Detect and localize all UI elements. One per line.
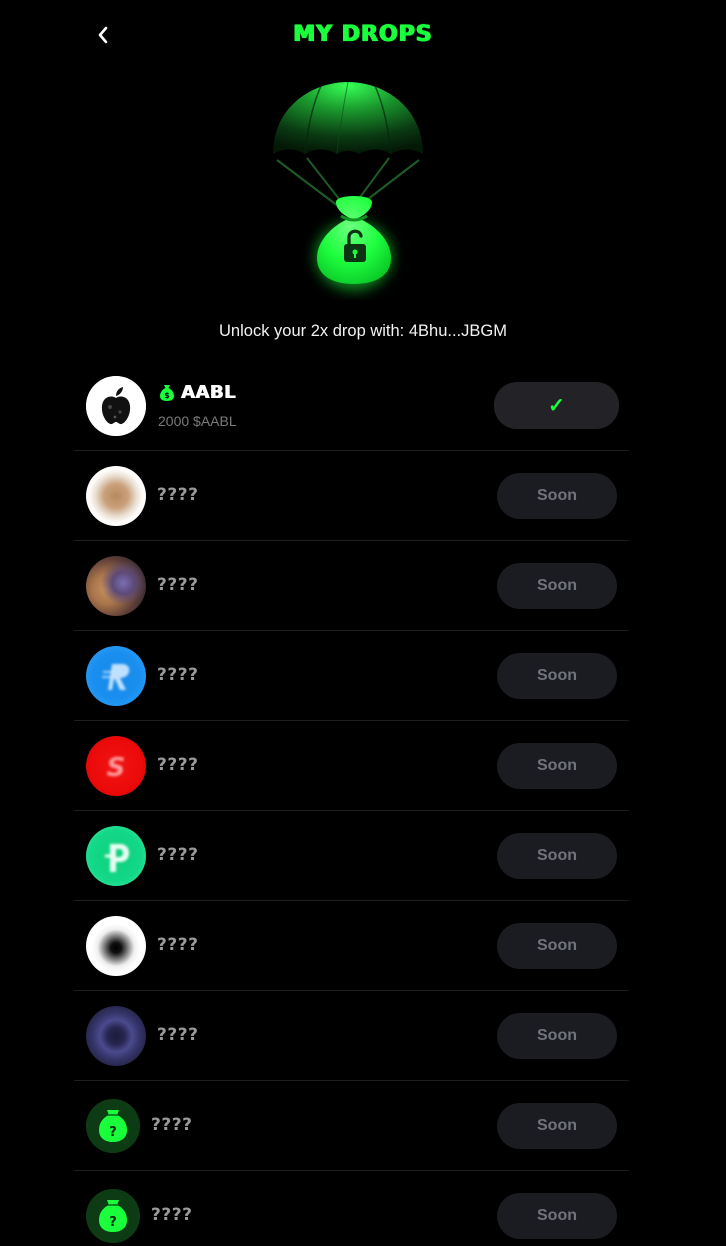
my-drops-page: MY DROPS Unlock your 2x drop with: 4Bhu.… (0, 0, 726, 1246)
drop-row: ???? Soon (74, 991, 629, 1081)
drop-row-aabl: $ AABL 2000 $AABL ✓ (74, 361, 629, 451)
svg-text:?: ? (109, 1215, 117, 1230)
unlock-instruction: Unlock your 2x drop with: 4Bhu...JBGM (219, 322, 507, 340)
drop-name: ???? (157, 485, 199, 505)
drop-row: ? ???? Soon (74, 1171, 629, 1246)
soon-button[interactable]: Soon (497, 653, 617, 699)
soon-button[interactable]: Soon (497, 743, 617, 789)
drop-name: ???? (157, 845, 199, 865)
drop-name: ???? (157, 755, 199, 775)
drop-name: ???? (157, 665, 199, 685)
blurred-red-s-avatar: S (86, 736, 146, 796)
soon-button[interactable]: Soon (497, 563, 617, 609)
drop-row: ???? Soon (74, 451, 629, 541)
soon-button[interactable]: Soon (497, 1103, 617, 1149)
blurred-egg-avatar (86, 466, 146, 526)
drop-name: ???? (157, 575, 199, 595)
claimed-button[interactable]: ✓ (494, 382, 619, 429)
svg-text:$: $ (164, 391, 170, 400)
drop-name: ???? (157, 1025, 199, 1045)
blurred-green-p-avatar (86, 826, 146, 886)
drop-name: ???? (151, 1205, 193, 1225)
drop-name: ???? (157, 935, 199, 955)
drop-row: ???? Soon (74, 631, 629, 721)
drops-list: $ AABL 2000 $AABL ✓ ???? Soon ???? Soon (74, 361, 629, 1246)
soon-button[interactable]: Soon (497, 833, 617, 879)
parachute-money-bag-icon (263, 78, 433, 300)
blurred-white-avatar (86, 916, 146, 976)
drop-row: ???? Soon (74, 901, 629, 991)
blurred-purple-ring-avatar (86, 1006, 146, 1066)
page-title: MY DROPS (293, 22, 433, 47)
money-bag-icon: $ (160, 384, 174, 401)
checkmark-icon: ✓ (548, 395, 565, 417)
soon-button[interactable]: Soon (497, 1193, 617, 1239)
drop-name: ???? (151, 1115, 193, 1135)
blurred-photo-avatar (86, 556, 146, 616)
drop-row: ???? Soon (74, 811, 629, 901)
drop-row: ? ???? Soon (74, 1081, 629, 1171)
drop-row: ???? Soon (74, 541, 629, 631)
drop-row: S ???? Soon (74, 721, 629, 811)
soon-button[interactable]: Soon (497, 1013, 617, 1059)
drop-amount: 2000 $AABL (158, 413, 237, 429)
soon-button[interactable]: Soon (497, 473, 617, 519)
soon-button[interactable]: Soon (497, 923, 617, 969)
mystery-bag-avatar: ? (86, 1099, 140, 1153)
svg-text:S: S (107, 753, 126, 783)
svg-text:?: ? (109, 1125, 117, 1140)
drop-name: $ AABL (159, 382, 236, 403)
mystery-bag-avatar: ? (86, 1189, 140, 1243)
apple-logo-avatar (86, 376, 146, 436)
blurred-blue-r-avatar (86, 646, 146, 706)
